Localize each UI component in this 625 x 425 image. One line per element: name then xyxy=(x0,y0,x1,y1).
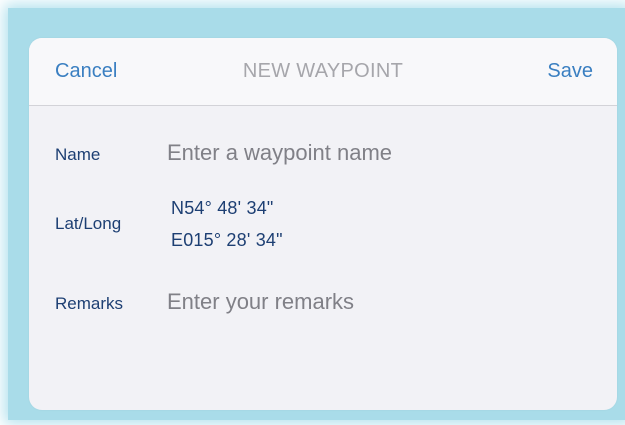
latitude-value[interactable]: N54° 48' 34" xyxy=(171,198,274,219)
save-button[interactable]: Save xyxy=(547,38,593,105)
new-waypoint-dialog: NEW WAYPOINT Cancel Save Name Lat/Long N… xyxy=(29,38,617,410)
cancel-button[interactable]: Cancel xyxy=(55,38,117,105)
longitude-value[interactable]: E015° 28' 34" xyxy=(171,230,283,251)
name-label: Name xyxy=(55,145,101,164)
remarks-label: Remarks xyxy=(55,294,124,313)
waypoint-name-input[interactable] xyxy=(167,140,587,166)
latlong-label: Lat/Long xyxy=(55,214,122,233)
remarks-input[interactable] xyxy=(167,289,587,315)
dialog-header: NEW WAYPOINT Cancel Save xyxy=(29,38,617,106)
